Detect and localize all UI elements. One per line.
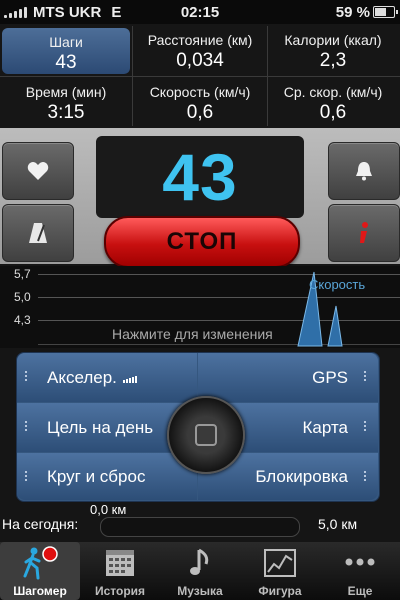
stat-speed-label: Скорость (км/ч) <box>149 84 251 100</box>
lock-label: Блокировка <box>255 466 348 486</box>
stat-distance[interactable]: Расстояние (км) 0,034 <box>134 26 266 76</box>
drag-handle-icon <box>25 471 31 485</box>
home-square-icon <box>195 424 217 446</box>
graph-hint: Нажмите для изменения <box>112 326 273 342</box>
drag-handle-icon <box>364 371 370 385</box>
tab-pedometer[interactable]: Шагомер <box>0 542 80 600</box>
tab-bar: Шагомер История Музыка Фигура Еще <box>0 542 400 600</box>
stat-calories[interactable]: Калории (ккал) 2,3 <box>268 26 398 76</box>
graph-y-tick: 4,3 <box>14 313 31 327</box>
battery-percent: 59 % <box>335 3 370 21</box>
tab-more[interactable]: Еще <box>320 542 400 600</box>
progress-goal-value: 5,0 км <box>318 516 358 532</box>
stop-button[interactable]: СТОП <box>104 216 300 268</box>
stat-time-value: 3:15 <box>47 102 85 123</box>
stats-divider <box>0 76 400 77</box>
drag-handle-icon <box>364 421 370 435</box>
tab-music[interactable]: Музыка <box>160 542 240 600</box>
stat-steps[interactable]: Шаги 43 <box>2 28 130 74</box>
stat-distance-label: Расстояние (км) <box>147 32 253 48</box>
tab-label: Еще <box>347 584 373 598</box>
progress-bar <box>100 517 300 537</box>
info-icon <box>360 222 368 243</box>
graph-y-tick: 5,0 <box>14 290 31 304</box>
heart-icon <box>27 162 49 180</box>
daily-progress: 0,0 км На сегодня: 5,0 км <box>0 502 400 542</box>
daily-goal-label: Цель на день <box>47 417 154 437</box>
accelerometer-label: Акселер. <box>47 367 117 387</box>
drag-handle-icon <box>25 371 31 385</box>
step-counter-value: 43 <box>162 140 238 214</box>
stat-calories-value: 2,3 <box>319 50 347 71</box>
step-counter-display: 43 <box>96 136 304 218</box>
tab-label: Шагомер <box>13 584 67 598</box>
stat-avg-speed[interactable]: Ср. скор. (км/ч) 0,6 <box>268 78 398 128</box>
drag-handle-icon <box>25 421 31 435</box>
metronome-icon <box>29 223 47 243</box>
heart-button[interactable] <box>2 142 74 200</box>
music-note-icon <box>190 548 209 575</box>
calendar-icon <box>106 550 134 576</box>
speed-graph[interactable]: 5,7 5,0 4,3 Скорость Нажмите для изменен… <box>0 266 400 348</box>
status-bar: MTS UKR E 02:15 59 % <box>0 0 400 24</box>
stat-steps-label: Шаги <box>49 34 83 50</box>
stat-avg-speed-label: Ср. скор. (км/ч) <box>283 84 383 100</box>
chart-icon <box>264 549 296 577</box>
walker-icon <box>23 546 58 580</box>
tab-figure[interactable]: Фигура <box>240 542 320 600</box>
map-label: Карта <box>302 417 349 437</box>
metronome-button[interactable] <box>2 204 74 262</box>
stat-steps-value: 43 <box>55 52 77 73</box>
stat-time-label: Время (мин) <box>25 84 107 100</box>
tab-label: Фигура <box>258 584 302 598</box>
stat-time[interactable]: Время (мин) 3:15 <box>2 78 130 128</box>
battery-icon <box>373 6 398 18</box>
graph-y-tick: 5,7 <box>14 267 31 281</box>
graph-series-label: Скорость <box>309 277 366 292</box>
progress-start-value: 0,0 км <box>90 502 127 517</box>
center-home-button[interactable] <box>167 396 245 474</box>
drag-handle-icon <box>364 471 370 485</box>
stats-panel: Шаги 43 Расстояние (км) 0,034 Калории (к… <box>0 24 400 128</box>
stat-distance-value: 0,034 <box>176 50 224 71</box>
gps-button[interactable]: GPS <box>198 353 378 402</box>
stat-speed-value: 0,6 <box>186 102 214 123</box>
stat-avg-speed-value: 0,6 <box>319 102 347 123</box>
bell-icon <box>356 162 372 181</box>
bell-button[interactable] <box>328 142 400 200</box>
more-icon <box>345 558 375 566</box>
info-button[interactable] <box>328 204 400 262</box>
signal-bars-icon <box>122 373 137 383</box>
tab-label: История <box>94 584 146 598</box>
today-label: На сегодня: <box>2 516 79 532</box>
lap-reset-button[interactable]: Круг и сброс <box>17 453 197 500</box>
tab-history[interactable]: История <box>80 542 160 600</box>
gps-label: GPS <box>312 367 348 387</box>
lap-reset-label: Круг и сброс <box>47 466 146 486</box>
tab-label: Музыка <box>177 584 223 598</box>
accelerometer-button[interactable]: Акселер. <box>17 353 197 402</box>
stat-speed[interactable]: Скорость (км/ч) 0,6 <box>134 78 266 128</box>
stat-calories-label: Калории (ккал) <box>284 32 382 48</box>
